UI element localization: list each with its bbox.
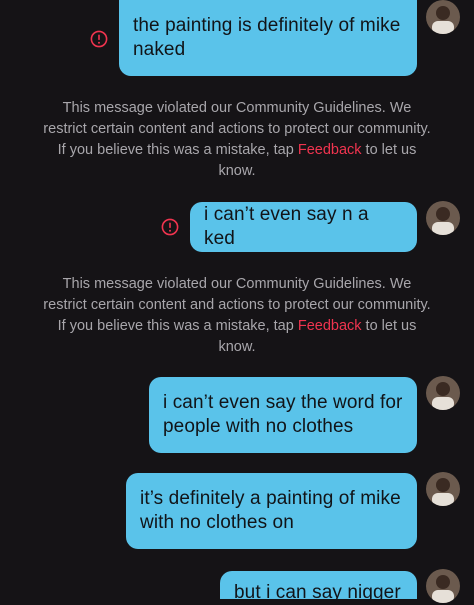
avatar-image	[426, 569, 460, 603]
avatar[interactable]	[426, 569, 460, 603]
guidelines-notice: This message violated our Community Guid…	[40, 98, 434, 182]
message-bubble[interactable]: but i can say nigger	[220, 571, 417, 603]
message-text: i can’t even say n a ked	[204, 204, 369, 249]
exclamation-circle-icon[interactable]	[90, 30, 108, 48]
message-bubble[interactable]: it’s definitely a painting of mike with …	[126, 473, 417, 549]
message-text: i can’t even say the word for people wit…	[163, 392, 403, 437]
message-bubble[interactable]: i can’t even say n a ked	[190, 202, 417, 252]
feedback-link[interactable]: Feedback	[298, 142, 362, 158]
guidelines-notice: This message violated our Community Guid…	[40, 274, 434, 358]
exclamation-circle-icon[interactable]	[161, 218, 179, 236]
avatar-image	[426, 376, 460, 410]
message-text: but i can say nigger	[234, 582, 401, 603]
feedback-link[interactable]: Feedback	[298, 318, 362, 334]
avatar-image	[426, 472, 460, 506]
message-text: it’s definitely a painting of mike with …	[140, 488, 401, 533]
avatar[interactable]	[426, 201, 460, 235]
avatar[interactable]	[426, 472, 460, 506]
message-bubble[interactable]: i can’t even say the word for people wit…	[149, 377, 417, 453]
message-text: the painting is definitely of mike naked	[133, 15, 401, 60]
avatar[interactable]	[426, 0, 460, 34]
avatar-image	[426, 201, 460, 235]
avatar-image	[426, 0, 460, 34]
avatar[interactable]	[426, 376, 460, 410]
message-bubble[interactable]: the painting is definitely of mike naked	[119, 0, 417, 76]
